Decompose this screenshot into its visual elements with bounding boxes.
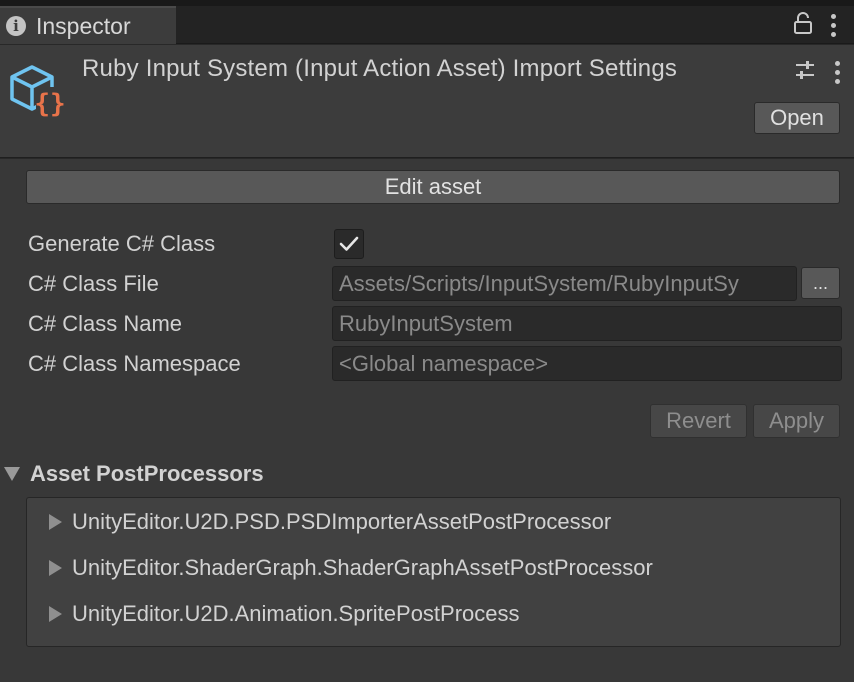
checkmark-icon [339, 236, 359, 251]
class-file-field[interactable]: Assets/Scripts/InputSystem/RubyInputSy [332, 266, 797, 301]
lock-icon[interactable] [794, 12, 812, 39]
apply-button[interactable]: Apply [753, 404, 840, 438]
expand-arrow-icon [49, 606, 62, 622]
list-item-label: UnityEditor.U2D.Animation.SpritePostProc… [72, 601, 520, 626]
class-name-field[interactable]: RubyInputSystem [332, 306, 842, 341]
tab-toolbar [794, 12, 836, 39]
open-button[interactable]: Open [754, 102, 840, 134]
list-item[interactable]: UnityEditor.U2D.Animation.SpritePostProc… [49, 601, 520, 627]
list-item-label: UnityEditor.ShaderGraph.ShaderGraphAsset… [72, 555, 653, 580]
info-icon: i [6, 16, 26, 36]
list-item-label: UnityEditor.U2D.PSD.PSDImporterAssetPost… [72, 509, 612, 534]
inspector-header: {} Ruby Input System (Input Action Asset… [0, 45, 854, 158]
inspector-content: Edit asset Generate C# Class C# Class Fi… [0, 159, 854, 682]
page-title: Ruby Input System (Input Action Asset) I… [82, 55, 678, 82]
foldout-arrow-icon [4, 467, 20, 481]
revert-button[interactable]: Revert [650, 404, 747, 438]
tab-inspector[interactable]: i Inspector [0, 6, 176, 44]
edit-asset-button[interactable]: Edit asset [26, 170, 840, 204]
list-item[interactable]: UnityEditor.U2D.PSD.PSDImporterAssetPost… [49, 509, 611, 535]
expand-arrow-icon [49, 560, 62, 576]
class-namespace-label: C# Class Namespace [28, 351, 241, 376]
class-namespace-field[interactable]: <Global namespace> [332, 346, 842, 381]
postprocessors-foldout[interactable]: Asset PostProcessors [0, 461, 264, 487]
generate-class-label: Generate C# Class [28, 231, 216, 256]
tab-menu-icon[interactable] [830, 14, 836, 37]
class-file-label: C# Class File [28, 271, 159, 296]
generate-class-checkbox[interactable] [334, 229, 364, 259]
svg-text:{}: {} [34, 89, 65, 119]
input-action-asset-icon: {} [8, 59, 68, 121]
postprocessors-title: Asset PostProcessors [30, 461, 264, 486]
preset-settings-icon[interactable] [794, 59, 816, 86]
list-item[interactable]: UnityEditor.ShaderGraph.ShaderGraphAsset… [49, 555, 653, 581]
tab-bar: i Inspector [0, 6, 854, 44]
header-menu-icon[interactable] [834, 61, 840, 84]
postprocessors-list: UnityEditor.U2D.PSD.PSDImporterAssetPost… [26, 497, 841, 647]
header-toolbar [794, 59, 840, 86]
browse-button[interactable]: ... [801, 267, 840, 299]
class-name-label: C# Class Name [28, 311, 183, 336]
expand-arrow-icon [49, 514, 62, 530]
tab-label: Inspector [36, 12, 131, 39]
